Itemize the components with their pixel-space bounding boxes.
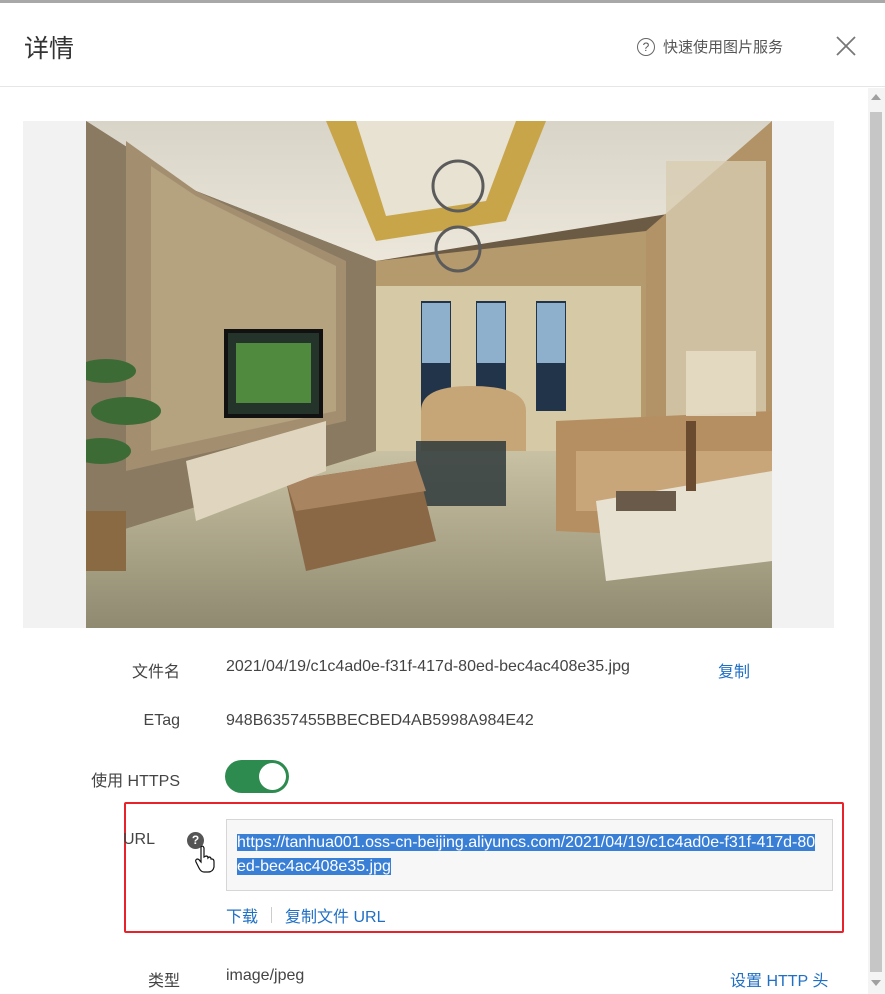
close-icon[interactable] xyxy=(833,33,859,59)
etag-value: 948B6357455BBECBED4AB5998A984E42 xyxy=(226,712,534,729)
url-field[interactable]: https://tanhua001.oss-cn-beijing.aliyunc… xyxy=(226,819,833,891)
scroll-down-icon[interactable] xyxy=(871,980,881,986)
toggle-knob xyxy=(259,763,286,790)
download-link[interactable]: 下载 xyxy=(226,903,258,927)
etag-label: ETag xyxy=(143,712,180,729)
type-value: image/jpeg xyxy=(226,967,305,984)
help-circle-icon: ? xyxy=(637,37,655,56)
action-divider xyxy=(271,907,273,923)
image-preview xyxy=(23,121,834,628)
https-label: 使用 HTTPS xyxy=(91,773,180,790)
scroll-up-icon[interactable] xyxy=(871,94,881,100)
type-label: 类型 xyxy=(147,973,180,990)
quick-start-label: 快速使用图片服务 xyxy=(663,39,784,56)
url-label: URL xyxy=(8,831,180,849)
url-label-text: URL xyxy=(122,831,155,848)
panel-header: 详情 ? 快速使用图片服务 xyxy=(0,3,885,87)
url-selected-text[interactable]: https://tanhua001.oss-cn-beijing.aliyunc… xyxy=(237,834,816,875)
filename-label: 文件名 xyxy=(131,664,180,681)
scrollbar-thumb[interactable] xyxy=(870,112,882,972)
copy-filename-button[interactable]: 复制 xyxy=(718,658,750,682)
hand-cursor-icon xyxy=(195,845,215,873)
filename-value: 2021/04/19/c1c4ad0e-f31f-417d-80ed-bec4a… xyxy=(226,658,630,675)
living-room-photo xyxy=(86,121,772,628)
set-http-header-link[interactable]: 设置 HTTP 头 xyxy=(730,967,828,991)
url-actions: 下载 复制文件 URL xyxy=(226,903,385,927)
https-toggle[interactable] xyxy=(225,760,289,793)
quick-start-link[interactable]: ? 快速使用图片服务 xyxy=(637,36,783,57)
page-title: 详情 xyxy=(24,35,75,63)
copy-url-link[interactable]: 复制文件 URL xyxy=(285,903,385,927)
